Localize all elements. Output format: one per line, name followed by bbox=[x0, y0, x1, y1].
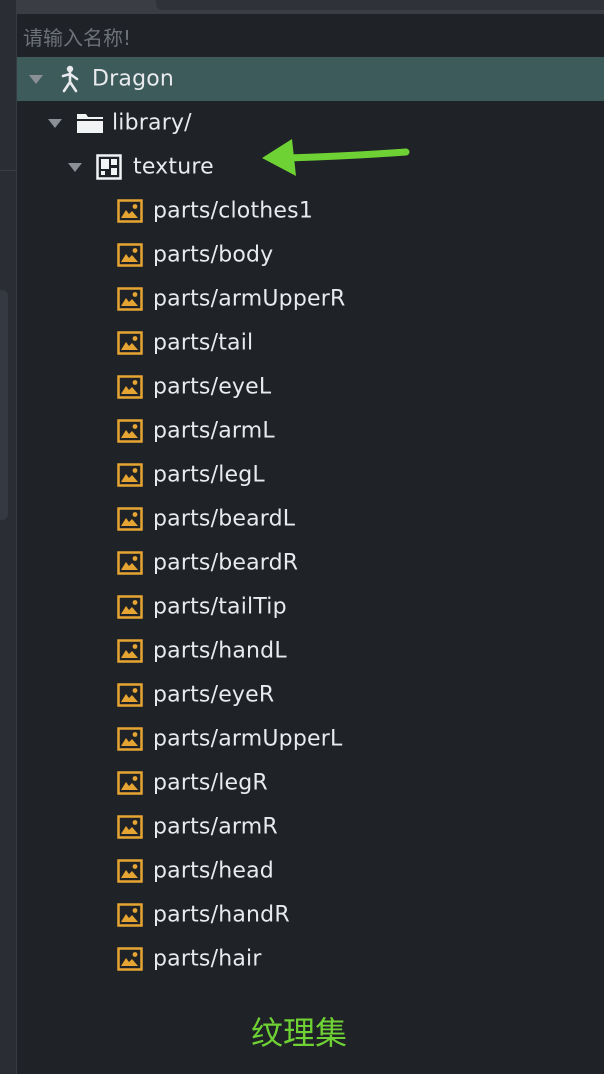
image-icon bbox=[117, 463, 143, 487]
image-icon bbox=[117, 903, 143, 927]
expand-caret-icon[interactable] bbox=[68, 163, 82, 172]
tree-row-library[interactable]: library/ bbox=[17, 101, 604, 145]
tree-label-library: library/ bbox=[112, 110, 192, 136]
tree-item-row[interactable]: parts/clothes1 bbox=[17, 189, 604, 233]
tree-item-row[interactable]: parts/armUpperL bbox=[17, 717, 604, 761]
tree-item-label: parts/hair bbox=[153, 946, 262, 972]
tree-item-row[interactable]: parts/legL bbox=[17, 453, 604, 497]
image-icon bbox=[117, 683, 143, 707]
tree-item-row[interactable]: parts/body bbox=[17, 233, 604, 277]
image-icon bbox=[117, 815, 143, 839]
tree-label-texture: texture bbox=[133, 154, 214, 180]
image-icon bbox=[117, 947, 143, 971]
image-icon bbox=[117, 419, 143, 443]
tree-item-row[interactable]: parts/beardR bbox=[17, 541, 604, 585]
tree-item-row[interactable]: parts/tailTip bbox=[17, 585, 604, 629]
tree-item-label: parts/beardL bbox=[153, 506, 296, 532]
tree-item-row[interactable]: parts/armUpperR bbox=[17, 277, 604, 321]
tree-item-row[interactable]: parts/beardL bbox=[17, 497, 604, 541]
hierarchy-panel: Dragon library/ texture parts/clothes1 pa… bbox=[16, 14, 604, 1074]
image-icon bbox=[117, 507, 143, 531]
tree-item-label: parts/legL bbox=[153, 462, 265, 488]
strip-divider bbox=[0, 170, 16, 171]
top-bar-tab bbox=[156, 0, 604, 10]
tree-item-row[interactable]: parts/legR bbox=[17, 761, 604, 805]
strip-scroll-shape bbox=[0, 290, 8, 520]
image-icon bbox=[117, 639, 143, 663]
tree-item-row[interactable]: parts/tail bbox=[17, 321, 604, 365]
tree-item-label: parts/legR bbox=[153, 770, 268, 796]
tree-item-label: parts/handL bbox=[153, 638, 287, 664]
tree-item-label: parts/body bbox=[153, 242, 274, 268]
tree-item-label: parts/armL bbox=[153, 418, 275, 444]
tree-item-row[interactable]: parts/hair bbox=[17, 937, 604, 981]
tree-item-label: parts/armR bbox=[153, 814, 278, 840]
image-icon bbox=[117, 287, 143, 311]
tree-item-label: parts/eyeR bbox=[153, 682, 275, 708]
tree-item-row[interactable]: parts/head bbox=[17, 849, 604, 893]
tree-item-row[interactable]: parts/armR bbox=[17, 805, 604, 849]
tree-item-label: parts/handR bbox=[153, 902, 290, 928]
tree-item-row[interactable]: parts/eyeR bbox=[17, 673, 604, 717]
tree-label-dragon: Dragon bbox=[92, 66, 175, 92]
tree-item-row[interactable]: parts/eyeL bbox=[17, 365, 604, 409]
tree-item-label: parts/armUpperL bbox=[153, 726, 343, 752]
expand-caret-icon[interactable] bbox=[48, 119, 62, 128]
annotation-caption: 纹理集 bbox=[251, 1014, 348, 1052]
tree-item-label: parts/tail bbox=[153, 330, 254, 356]
image-icon bbox=[117, 727, 143, 751]
image-icon bbox=[117, 859, 143, 883]
tree-item-label: parts/armUpperR bbox=[153, 286, 346, 312]
expand-caret-icon[interactable] bbox=[29, 75, 43, 84]
image-icon bbox=[117, 331, 143, 355]
tree-item-row[interactable]: parts/handR bbox=[17, 893, 604, 937]
image-icon bbox=[117, 595, 143, 619]
tree-item-label: parts/eyeL bbox=[153, 374, 272, 400]
image-icon bbox=[117, 375, 143, 399]
tree-item-label: parts/beardR bbox=[153, 550, 299, 576]
top-bar bbox=[16, 0, 604, 14]
image-icon bbox=[117, 199, 143, 223]
tree-item-label: parts/tailTip bbox=[153, 594, 287, 620]
tree-item-label: parts/clothes1 bbox=[153, 198, 314, 224]
folder-icon bbox=[77, 114, 103, 133]
tree-row-dragon[interactable]: Dragon bbox=[17, 57, 604, 101]
background-panel-strip bbox=[0, 0, 16, 1074]
texture-atlas-icon bbox=[96, 154, 122, 180]
image-icon bbox=[117, 551, 143, 575]
image-icon bbox=[117, 243, 143, 267]
tree-row-texture[interactable]: texture bbox=[17, 145, 604, 189]
tree-item-row[interactable]: parts/handL bbox=[17, 629, 604, 673]
armature-icon bbox=[61, 65, 79, 93]
tree-item-label: parts/head bbox=[153, 858, 274, 884]
image-icon bbox=[117, 771, 143, 795]
search-input[interactable] bbox=[17, 18, 603, 58]
tree-item-row[interactable]: parts/armL bbox=[17, 409, 604, 453]
